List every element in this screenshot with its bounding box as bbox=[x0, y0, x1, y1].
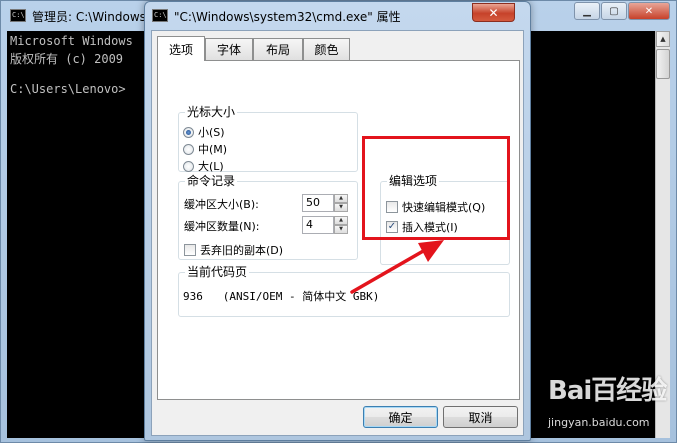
buffer-count-input[interactable]: 4 bbox=[302, 216, 334, 234]
cmd-window-title: 管理员: C:\Windows bbox=[32, 10, 146, 24]
close-icon: ✕ bbox=[488, 5, 499, 20]
radio-large-label: 大(L) bbox=[198, 160, 224, 173]
dialog-app-icon: C:\ bbox=[152, 9, 168, 22]
buffer-count-label: 缓冲区数量(N): bbox=[184, 220, 260, 233]
close-icon: ✕ bbox=[644, 5, 654, 17]
chevron-down-icon[interactable]: ▼ bbox=[334, 225, 348, 234]
buffer-count-spin-buttons: ▲ ▼ bbox=[334, 216, 348, 234]
radio-cursor-medium[interactable]: 中(M) bbox=[183, 141, 227, 157]
buffer-size-stepper: 50 ▲ ▼ bbox=[302, 194, 348, 212]
discard-old-box bbox=[184, 244, 196, 256]
chevron-up-icon: ▲ bbox=[660, 35, 666, 43]
chevron-up-icon[interactable]: ▲ bbox=[334, 216, 348, 225]
cmd-window-controls: ▁ ▢ ✕ bbox=[573, 2, 670, 20]
scroll-thumb[interactable] bbox=[656, 49, 670, 79]
scroll-up-button[interactable]: ▲ bbox=[656, 31, 670, 47]
watermark-url: jingyan.baidu.com bbox=[548, 416, 650, 429]
chevron-down-icon[interactable]: ▼ bbox=[334, 203, 348, 212]
discard-old-checkbox[interactable]: 丢弃旧的副本(D) bbox=[184, 242, 283, 258]
maximize-button[interactable]: ▢ bbox=[601, 2, 627, 20]
radio-medium-indicator bbox=[183, 143, 194, 155]
minimize-button[interactable]: ▁ bbox=[574, 2, 600, 20]
console-line: 版权所有 (c) 2009 bbox=[10, 52, 124, 66]
maximize-icon: ▢ bbox=[609, 5, 619, 17]
cursor-size-label: 光标大小 bbox=[185, 105, 238, 119]
radio-medium-label: 中(M) bbox=[198, 143, 228, 156]
dialog-close-button[interactable]: ✕ bbox=[472, 3, 515, 22]
console-line: Microsoft Windows bbox=[10, 34, 133, 48]
highlight-box bbox=[362, 136, 510, 240]
buffer-size-input[interactable]: 50 bbox=[302, 194, 334, 212]
watermark-logo: Bai百经验 bbox=[548, 376, 667, 406]
buffer-size-spin-buttons: ▲ ▼ bbox=[334, 194, 348, 212]
tab-font[interactable]: 字体 bbox=[205, 38, 253, 60]
chevron-up-icon[interactable]: ▲ bbox=[334, 194, 348, 203]
cmd-app-icon: C:\ bbox=[10, 9, 26, 22]
tab-options[interactable]: 选项 bbox=[157, 36, 205, 61]
radio-small-indicator bbox=[183, 126, 194, 138]
code-page-label: 当前代码页 bbox=[185, 265, 250, 279]
tab-layout[interactable]: 布局 bbox=[253, 38, 303, 60]
minimize-icon: ▁ bbox=[583, 5, 591, 17]
tab-colors[interactable]: 颜色 bbox=[303, 38, 350, 60]
radio-cursor-small[interactable]: 小(S) bbox=[183, 124, 225, 140]
watermark: Bai百经验 jingyan.baidu.com bbox=[548, 370, 673, 438]
ok-button[interactable]: 确定 bbox=[363, 406, 438, 428]
radio-small-label: 小(S) bbox=[198, 126, 225, 139]
discard-old-label: 丢弃旧的副本(D) bbox=[200, 244, 284, 257]
console-line: C:\Users\Lenovo> bbox=[10, 82, 126, 96]
command-history-label: 命令记录 bbox=[185, 174, 238, 188]
dialog-title: "C:\Windows\system32\cmd.exe" 属性 bbox=[174, 10, 401, 24]
cmd-close-button[interactable]: ✕ bbox=[628, 2, 670, 20]
buffer-size-label: 缓冲区大小(B): bbox=[184, 198, 259, 211]
cancel-button[interactable]: 取消 bbox=[443, 406, 518, 428]
buffer-count-stepper: 4 ▲ ▼ bbox=[302, 216, 348, 234]
code-page-value: 936 (ANSI/OEM - 简体中文 GBK) bbox=[183, 290, 380, 303]
radio-large-indicator bbox=[183, 160, 194, 172]
radio-cursor-large[interactable]: 大(L) bbox=[183, 158, 224, 174]
